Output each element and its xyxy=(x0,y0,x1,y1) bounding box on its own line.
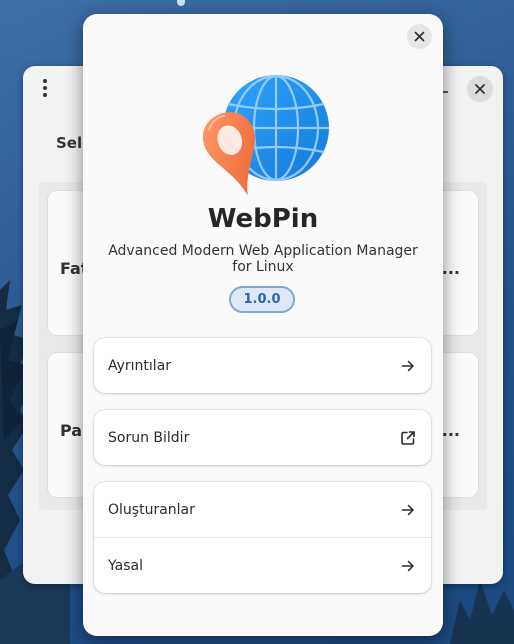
close-icon xyxy=(414,31,425,42)
version-badge[interactable]: 1.0.0 xyxy=(229,286,295,313)
row-label: Ayrıntılar xyxy=(108,357,172,374)
arrow-right-icon xyxy=(399,357,417,375)
credits-legal-group: Oluşturanlar Yasal xyxy=(94,482,431,593)
row-credits[interactable]: Oluşturanlar xyxy=(94,482,431,537)
menu-icon[interactable] xyxy=(37,78,53,98)
row-label: Sorun Bildir xyxy=(108,429,190,446)
arrow-right-icon xyxy=(399,557,417,575)
arrow-right-icon xyxy=(399,501,417,519)
about-dialog: WebPin Advanced Modern Web Application M… xyxy=(83,14,443,636)
external-link-icon xyxy=(399,429,417,447)
dialog-close-button[interactable] xyxy=(407,24,432,49)
row-legal[interactable]: Yasal xyxy=(94,537,431,593)
wallpaper-detail xyxy=(177,0,185,6)
details-group: Ayrıntılar xyxy=(94,338,431,393)
list-item-overflow: ... xyxy=(441,259,460,278)
close-icon xyxy=(475,84,485,94)
app-name: WebPin xyxy=(207,204,319,234)
row-label: Yasal xyxy=(108,557,143,574)
row-label: Oluşturanlar xyxy=(108,501,195,518)
row-details[interactable]: Ayrıntılar xyxy=(94,338,431,393)
app-description: Advanced Modern Web Application Manager … xyxy=(108,243,418,275)
window-close-button[interactable] xyxy=(467,76,493,102)
row-report-issue[interactable]: Sorun Bildir xyxy=(94,410,431,465)
app-logo-icon xyxy=(203,74,329,196)
report-issue-group: Sorun Bildir xyxy=(94,410,431,465)
